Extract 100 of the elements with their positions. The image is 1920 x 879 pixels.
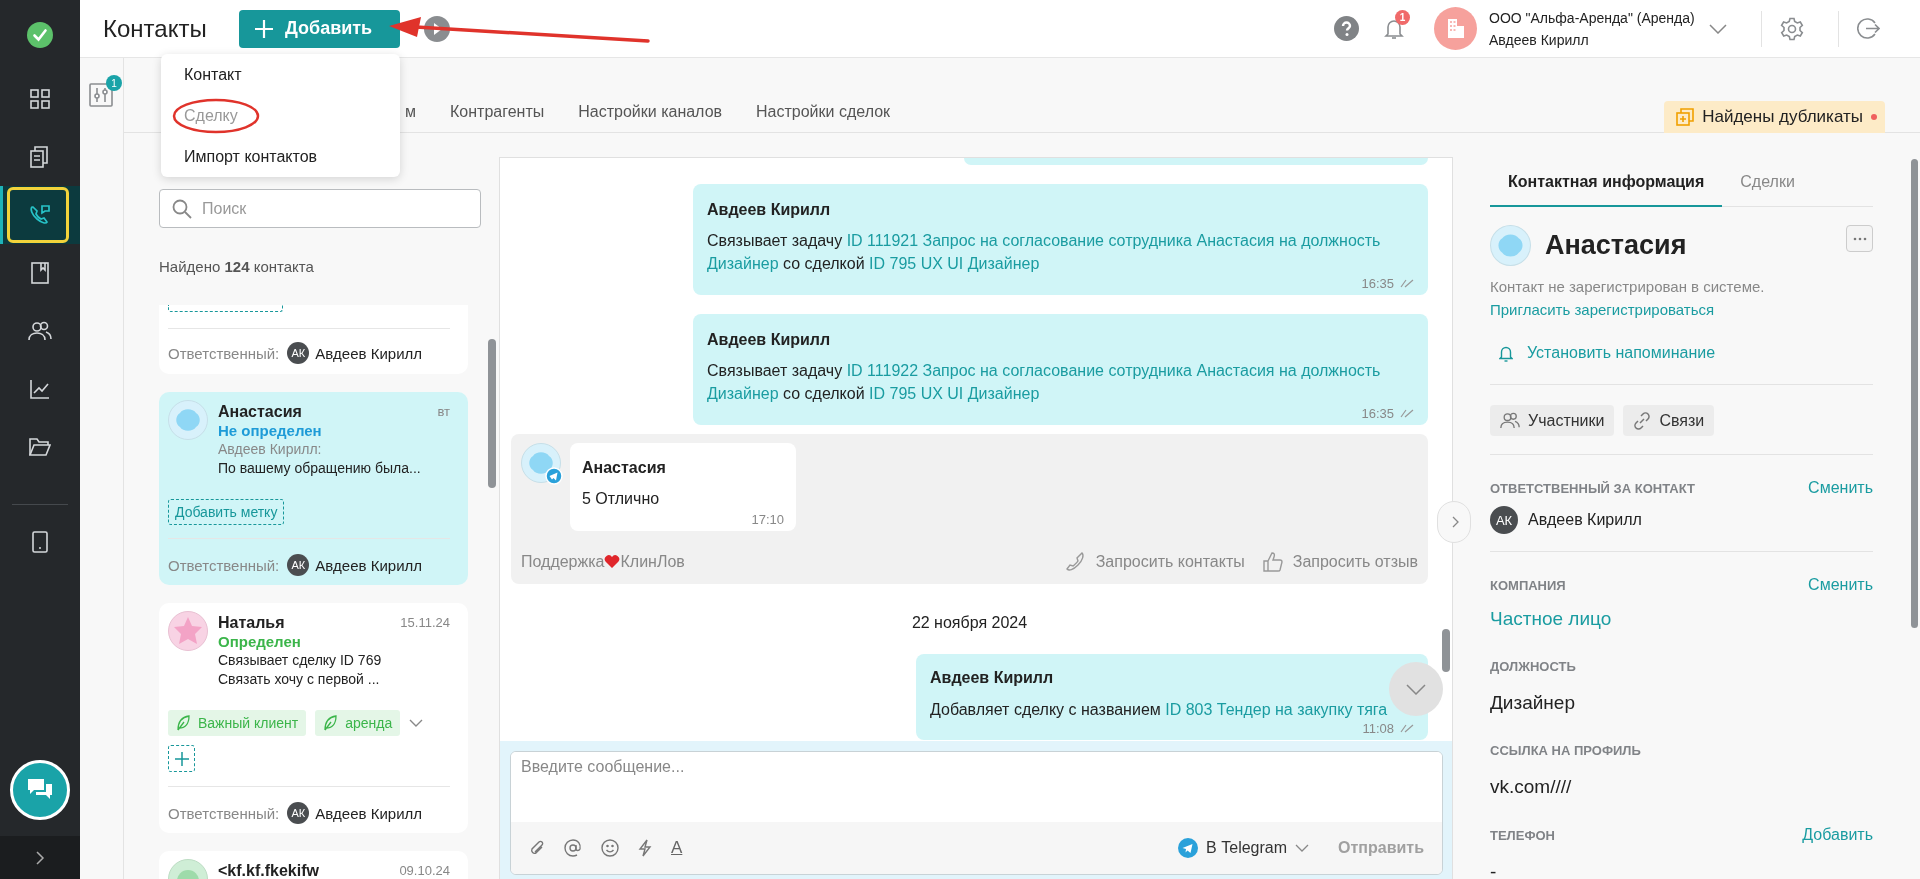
attach-icon[interactable] [529,839,545,857]
lightning-icon[interactable] [638,839,652,857]
plus-icon [174,751,189,766]
invite-link[interactable]: Пригласить зарегистрироваться [1490,298,1715,321]
scrollbar-thumb[interactable] [1911,159,1918,628]
tag[interactable]: аренда [315,710,401,736]
message-link[interactable]: Дизайнер [707,385,779,402]
contact-name: Анастасия [218,402,302,421]
message-text: Связывает задачу ID 111922 Запрос на согласование сотрудника Анастасия на должность Дизайнер со сделкой ID 795 UX UI Дизайнер [707,361,1382,404]
found-count: Найдено 124 контакта [159,257,315,277]
tab[interactable]: Настройки сделок [739,102,908,132]
section-label: ТЕЛЕФОН [1490,827,1555,843]
double-check-icon [1400,408,1414,418]
avatar-icon [168,611,208,651]
responsible-label: Ответственный: [168,556,280,574]
section-label: ДОЛЖНОСТЬ [1490,659,1576,674]
search-input[interactable]: Поиск [200,198,444,219]
section-action-link[interactable]: Сменить [1808,576,1873,594]
tab[interactable]: Сделки [1722,158,1813,207]
help-icon[interactable] [1334,16,1359,41]
mention-icon[interactable] [564,839,582,857]
menu-item[interactable]: Импорт контактов [161,136,400,177]
notification-badge: 1 [1395,9,1410,25]
play-icon[interactable] [424,15,450,42]
settings-icon[interactable] [1780,16,1804,41]
message-link[interactable]: ID 111922 Запрос на согласование сотрудника Анастасия на должность [846,362,1381,379]
chart-icon [30,379,50,399]
folder-icon [29,438,51,456]
contact-card[interactable]: Анастасия вт Не определен Авдеев Кирилл: По вашему обращению была... Добавить метку Ответственный: АК Авдеев Кирилл [159,392,468,585]
avatar-icon [168,400,208,440]
message-field[interactable]: Введите сообщение... A В Telegram Отправить [510,751,1443,875]
filter-count-badge: 1 [106,75,122,91]
search-icon [172,198,192,219]
message-link[interactable]: ID 795 UX UI Дизайнер [869,385,1040,402]
message-link[interactable]: ID 795 UX UI Дизайнер [869,255,1040,272]
smile-icon[interactable] [601,839,619,857]
reminder-button[interactable]: Установить напоминание [1490,343,1716,363]
add-tag-button[interactable]: Добавить метку [168,499,285,525]
tab[interactable]: Контрагенты [433,102,562,132]
tablet-icon [32,531,48,553]
double-check-icon [1400,278,1414,288]
chip-button[interactable]: Участники [1490,405,1615,436]
phone-chat-icon [28,203,52,227]
user-avatar: АК [287,802,310,824]
duplicates-button[interactable]: Найдены дубликаты [1664,101,1885,133]
section-label: ССЫЛКА НА ПРОФИЛЬ [1490,743,1641,758]
tag[interactable]: Важный клиент [168,710,307,736]
double-check-icon [1400,723,1414,733]
section-action-link[interactable]: Сменить [1808,479,1873,497]
logout-icon[interactable] [1857,17,1880,40]
filter-settings-icon[interactable] [89,83,113,107]
message-link[interactable]: Дизайнер [707,255,779,272]
user-avatar: АК [287,342,310,364]
chevron-down-icon[interactable] [409,719,424,727]
add-button[interactable]: Добавить [239,9,400,48]
field-value: vk.com//// [1490,775,1572,799]
scrollbar-thumb[interactable] [1442,629,1450,672]
chat-button[interactable] [10,760,70,820]
tab[interactable]: Настройки каналов [561,102,740,132]
contact-status: Не определен [218,421,323,440]
message-link[interactable]: ID 803 Тендер на закупку тяга [1165,701,1388,718]
avatar-icon [521,443,563,485]
link-icon [1633,411,1652,430]
tab[interactable]: Контактная информация [1490,158,1723,207]
contact-name: Анастасия [1545,230,1687,261]
contact-date: 09.10.24 [399,862,450,879]
building-avatar-icon [1434,7,1477,50]
alert-dot [1871,114,1877,120]
responsible-name: Авдеев Кирилл [315,804,423,822]
registration-note: Контакт не зарегистрирован в системе. [1490,277,1765,297]
contact-name: <kf.kf.fkekifw [218,861,319,879]
contact-date: 15.11.24 [400,614,450,632]
menu-item[interactable]: Контакт [161,54,400,95]
message-time: 16:35 [1361,275,1394,291]
more-icon [1852,236,1867,241]
contact-card[interactable]: Ответственный: АК Авдеев Кирилл [159,305,468,374]
scrollbar-thumb[interactable] [488,339,496,488]
nav-item[interactable] [0,186,80,244]
message-link[interactable]: ID 111921 Запрос на согласование сотрудника Анастасия на должность [846,232,1381,249]
chip-button[interactable]: Связи [1623,405,1715,436]
collapse-toggle[interactable] [1437,501,1471,543]
message-preview: Авдеев Кирилл: [218,440,323,459]
search-field[interactable]: Поиск [159,189,481,228]
message-preview: Связать хочу с первой ... [218,670,381,689]
bell-icon [1499,344,1513,362]
contact-card[interactable]: Наталья 15.11.24 Определен Связывает сделку ID 769 Связать хочу с первой ... Важный клиент аренда Ответственный: АК Авдеев Кирилл [159,603,468,833]
channel-selector[interactable]: В Telegram [1178,838,1310,858]
company-link[interactable]: Частное лицо [1490,607,1612,631]
request-review-button[interactable]: Запросить отзыв [1262,552,1418,572]
send-button[interactable]: Отправить [1338,839,1424,857]
message-text: 5 Отлично [582,489,661,509]
message-preview: Связывает сделку ID 769 [218,651,383,670]
text-format-button[interactable]: A [671,838,683,858]
chevron-down-icon[interactable] [1709,23,1727,34]
request-contacts-button[interactable]: Запросить контакты [1065,552,1245,572]
logo-check-icon[interactable] [27,22,53,48]
section-action-link[interactable]: Добавить [1802,826,1873,844]
clipboard-icon [30,146,50,168]
leaf-icon [176,715,190,731]
contact-card[interactable]: <kf.kf.fkekifw 09.10.24 [159,851,468,879]
